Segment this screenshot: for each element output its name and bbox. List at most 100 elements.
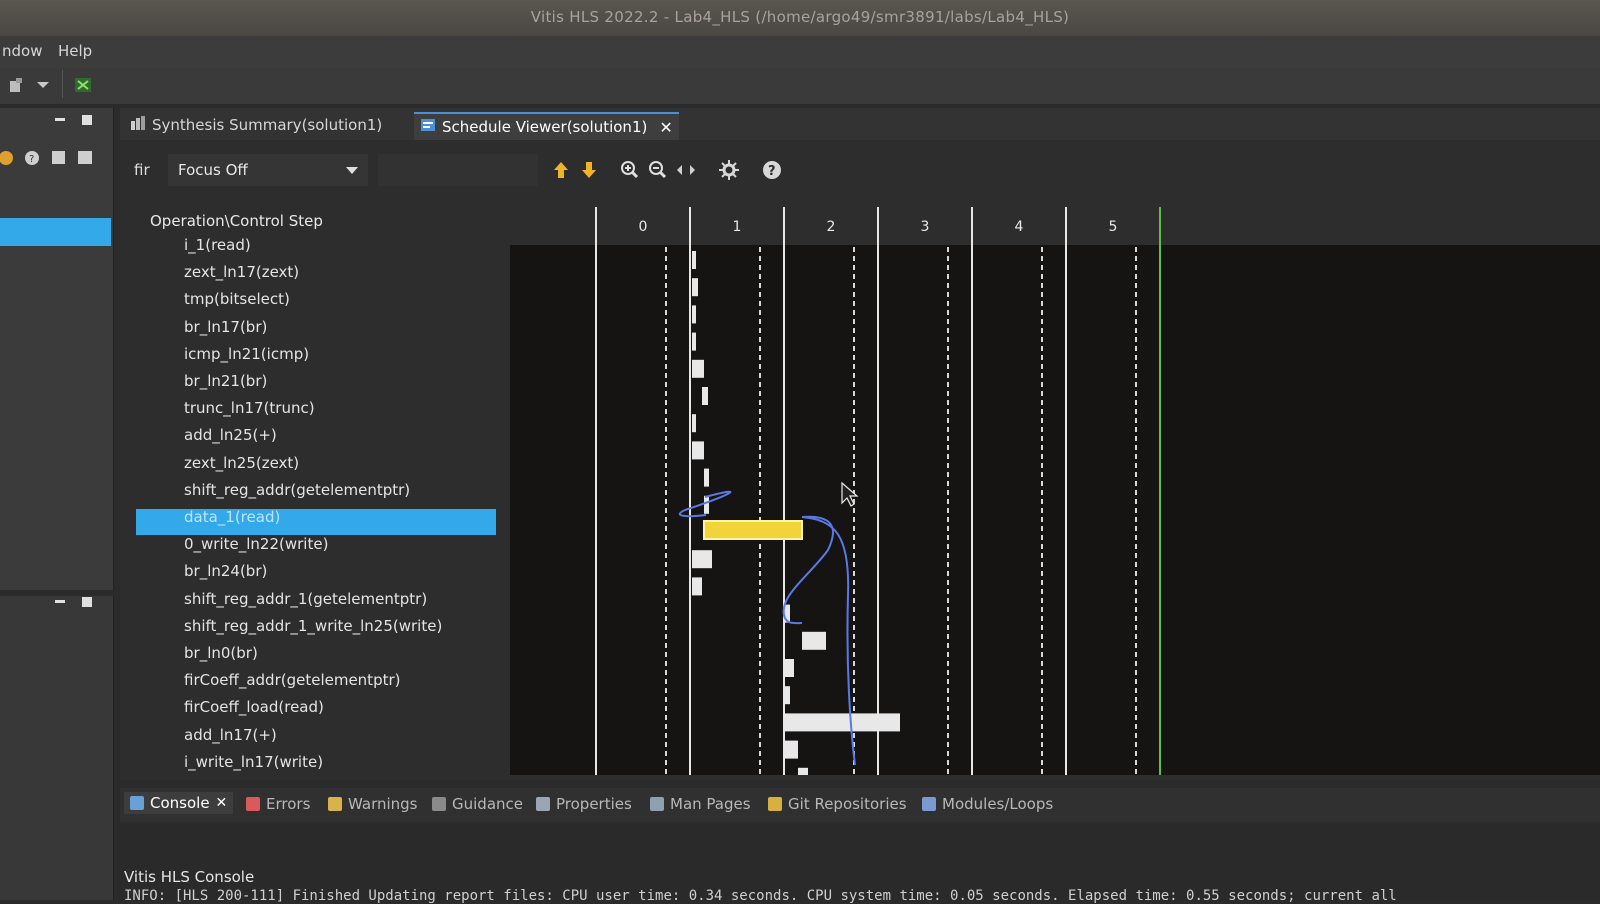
operation-bar[interactable] — [692, 577, 702, 596]
minimize-icon[interactable] — [55, 118, 65, 121]
operation-bar[interactable] — [692, 441, 704, 460]
step-label: 2 — [827, 219, 836, 235]
close-icon[interactable]: ✕ — [659, 118, 672, 137]
console-output-line: INFO: [HLS 200-111] Finished Updating re… — [124, 888, 1397, 904]
perspective-icon[interactable] — [8, 76, 26, 94]
operation-row[interactable]: add_ln25(+) — [184, 426, 277, 444]
zoom-in-icon[interactable] — [620, 160, 640, 184]
operation-bar[interactable] — [692, 550, 712, 569]
tab-modules-loops[interactable]: Modules/Loops — [922, 795, 1053, 813]
operation-bar[interactable] — [702, 387, 708, 405]
main-toolbar — [0, 68, 1600, 105]
operation-bar[interactable] — [692, 305, 696, 324]
explorer-toolbar: ? — [0, 148, 110, 168]
console-title: Vitis HLS Console — [124, 868, 255, 886]
menu-help[interactable]: Help — [58, 42, 92, 60]
operation-row[interactable]: br_ln24(br) — [184, 562, 267, 580]
tab-man-pages[interactable]: Man Pages — [650, 795, 751, 813]
operation-row[interactable]: br_ln17(br) — [184, 318, 267, 336]
help-icon[interactable]: ? — [762, 160, 782, 184]
chevron-down-icon — [344, 162, 360, 182]
schedule-icon — [420, 117, 436, 137]
operation-row[interactable]: br_ln0(br) — [184, 644, 258, 662]
maximize-icon[interactable] — [82, 597, 92, 607]
warnings-icon — [328, 797, 342, 811]
operation-row[interactable]: br_ln21(br) — [184, 372, 267, 390]
menu-bar — [0, 36, 1600, 68]
guidance-icon — [432, 797, 446, 811]
operation-bar[interactable] — [784, 713, 900, 732]
close-icon[interactable]: ✕ — [216, 795, 228, 811]
git-icon — [768, 797, 782, 811]
zoom-out-icon[interactable] — [648, 160, 668, 184]
tab-schedule-viewer[interactable]: Schedule Viewer(solution1) ✕ — [414, 112, 679, 140]
fit-width-icon[interactable] — [676, 162, 696, 182]
step-label: 1 — [733, 219, 742, 235]
svg-text:?: ? — [768, 164, 776, 179]
operation-bar[interactable] — [798, 767, 808, 775]
operation-bar[interactable] — [784, 686, 790, 705]
outline-panel — [0, 596, 114, 900]
operation-row[interactable]: firCoeff_addr(getelementptr) — [184, 671, 401, 689]
tab-console[interactable]: Console ✕ — [124, 792, 234, 814]
operation-row[interactable]: i_1(read) — [184, 236, 251, 254]
focus-dropdown-value: Focus Off — [178, 161, 248, 179]
minimize-icon[interactable] — [55, 600, 65, 603]
tab-label: Man Pages — [670, 795, 751, 813]
tab-label: Warnings — [348, 795, 418, 813]
operation-row[interactable]: shift_reg_addr(getelementptr) — [184, 481, 410, 499]
operation-row[interactable]: icmp_ln21(icmp) — [184, 345, 309, 363]
operation-row[interactable]: trunc_ln17(trunc) — [184, 399, 315, 417]
tab-errors[interactable]: Errors — [246, 795, 310, 813]
svg-text:?: ? — [29, 154, 34, 165]
tab-label: Git Repositories — [788, 795, 907, 813]
hls-perspective-icon[interactable] — [74, 76, 92, 94]
step-label: 5 — [1109, 219, 1118, 235]
console-icon — [130, 796, 144, 810]
window-title: Vitis HLS 2022.2 - Lab4_HLS (/home/argo4… — [530, 8, 1070, 26]
tab-properties[interactable]: Properties — [536, 795, 632, 813]
step-label: 4 — [1015, 219, 1024, 235]
operation-bar[interactable] — [692, 278, 698, 297]
focus-dropdown[interactable]: Focus Off — [168, 154, 368, 186]
operation-row-selected[interactable]: data_1(read) — [184, 508, 280, 526]
operation-bar[interactable] — [784, 740, 798, 759]
gear-icon[interactable] — [718, 159, 740, 185]
operation-row[interactable]: shift_reg_addr_1_write_ln25(write) — [184, 617, 442, 635]
operation-bar[interactable] — [692, 251, 696, 269]
menu-window[interactable]: ndow — [2, 42, 42, 60]
operation-row[interactable]: firCoeff_load(read) — [184, 698, 324, 716]
move-up-icon[interactable] — [552, 160, 570, 184]
chevron-down-icon[interactable] — [34, 76, 52, 94]
operations-header: Operation\Control Step — [150, 212, 323, 230]
operation-row[interactable]: 0_write_ln22(write) — [184, 535, 328, 553]
operation-bar-selected[interactable] — [703, 520, 803, 540]
move-down-icon[interactable] — [580, 160, 598, 184]
tab-synthesis-summary[interactable]: Synthesis Summary(solution1) — [124, 112, 388, 138]
operation-row[interactable]: zext_ln17(zext) — [184, 263, 299, 281]
tab-git-repositories[interactable]: Git Repositories — [768, 795, 907, 813]
tab-guidance[interactable]: Guidance — [432, 795, 523, 813]
operation-bar[interactable] — [692, 359, 704, 378]
operation-bar[interactable] — [692, 332, 696, 351]
operation-row[interactable]: shift_reg_addr_1(getelementptr) — [184, 590, 427, 608]
function-name: fir — [134, 161, 150, 179]
operation-bar[interactable] — [802, 631, 826, 650]
operation-row[interactable]: i_write_ln17(write) — [184, 753, 323, 771]
tab-warnings[interactable]: Warnings — [328, 795, 418, 813]
operation-row[interactable]: tmp(bitselect) — [184, 290, 290, 308]
step-label: 0 — [639, 219, 648, 235]
operation-bar[interactable] — [784, 659, 794, 677]
operation-bar[interactable] — [692, 414, 696, 433]
operation-bar[interactable] — [704, 495, 709, 514]
search-box[interactable] — [378, 154, 538, 186]
schedule-grid[interactable]: 0 1 2 3 4 5 — [510, 205, 1600, 775]
operation-row[interactable]: add_ln17(+) — [184, 726, 277, 744]
maximize-icon[interactable] — [82, 115, 92, 125]
tab-label: Guidance — [452, 795, 523, 813]
operation-bar[interactable] — [704, 468, 709, 487]
explorer-selected-item[interactable] — [0, 218, 111, 246]
toolbar-separator — [62, 70, 63, 98]
step-label: 3 — [921, 219, 930, 235]
operation-row[interactable]: zext_ln25(zext) — [184, 454, 299, 472]
